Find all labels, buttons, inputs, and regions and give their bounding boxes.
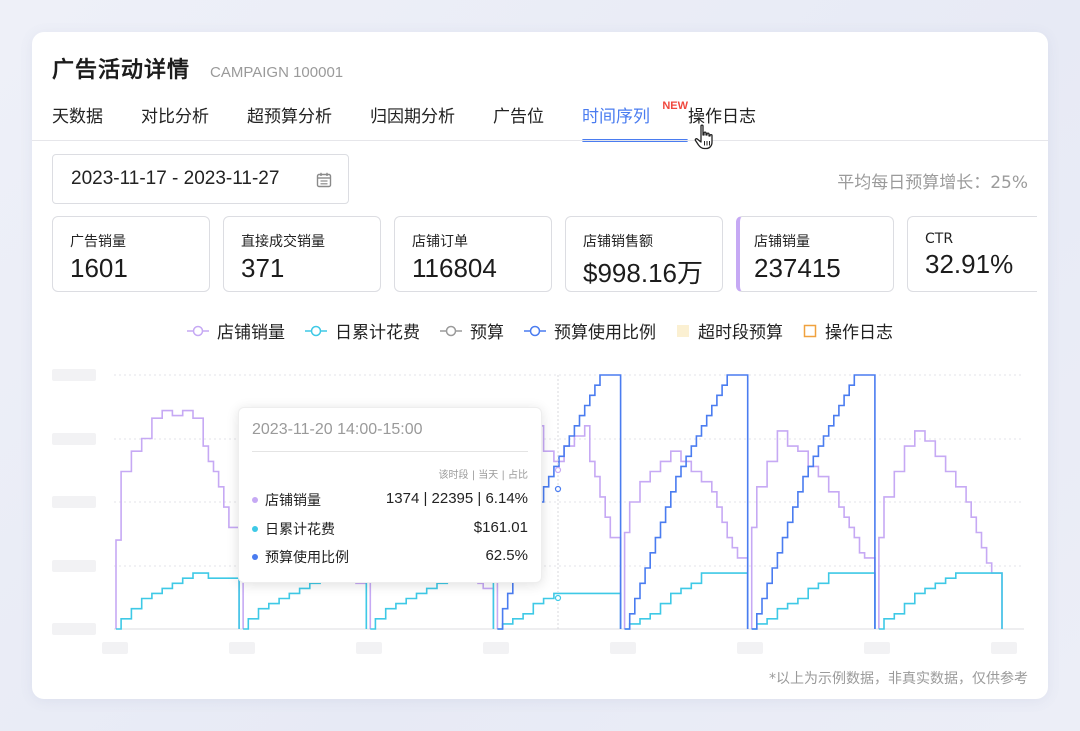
y-tick-label-placeholder <box>52 369 96 381</box>
x-tick-label-placeholder <box>356 642 382 654</box>
series-line-店铺销量 <box>623 450 749 630</box>
y-tick-label-placeholder <box>52 560 96 572</box>
series-line-店铺销量 <box>115 409 240 629</box>
y-tick-label-placeholder <box>52 623 96 635</box>
time-series-chart[interactable] <box>32 32 1048 699</box>
x-tick-label-placeholder <box>229 642 255 654</box>
x-tick-label-placeholder <box>991 642 1017 654</box>
campaign-card: 广告活动详情 CAMPAIGN 100001 天数据 对比分析 超预算分析 归因… <box>32 32 1048 699</box>
hover-point <box>554 594 562 602</box>
x-tick-label-placeholder <box>737 642 763 654</box>
y-tick-label-placeholder <box>52 496 96 508</box>
tooltip-divider <box>252 451 528 452</box>
tooltip-row-budget-usage: 预算使用比例 62.5% <box>252 547 528 567</box>
tooltip-row-daily-spend: 日累计花费 $161.01 <box>252 519 528 539</box>
series-line-日累计花费 <box>878 572 1003 630</box>
y-tick-label-placeholder <box>52 433 96 445</box>
x-tick-label-placeholder <box>864 642 890 654</box>
tooltip-time: 2023-11-20 14:00-15:00 <box>252 421 423 438</box>
tooltip-row-store-sales: 店铺销量 1374 | 22395 | 6.14% <box>252 490 528 510</box>
footnote: *以上为示例数据，非真实数据，仅供参考 <box>769 671 1028 687</box>
series-dot-icon <box>252 497 258 503</box>
hover-point <box>554 466 562 474</box>
series-dot-icon <box>252 554 258 560</box>
chart-tooltip: 2023-11-20 14:00-15:00 该时段 | 当天 | 占比 店铺销… <box>238 407 542 583</box>
x-tick-label-placeholder <box>102 642 128 654</box>
series-line-日累计花费 <box>751 572 876 630</box>
series-line-日累计花费 <box>624 572 749 630</box>
tooltip-column-header: 该时段 | 当天 | 占比 <box>438 470 528 481</box>
x-tick-label-placeholder <box>483 642 509 654</box>
series-line-店铺销量 <box>878 430 1003 630</box>
x-tick-label-placeholder <box>610 642 636 654</box>
series-dot-icon <box>252 526 258 532</box>
series-line-日累计花费 <box>116 572 240 630</box>
hover-point <box>554 485 562 493</box>
